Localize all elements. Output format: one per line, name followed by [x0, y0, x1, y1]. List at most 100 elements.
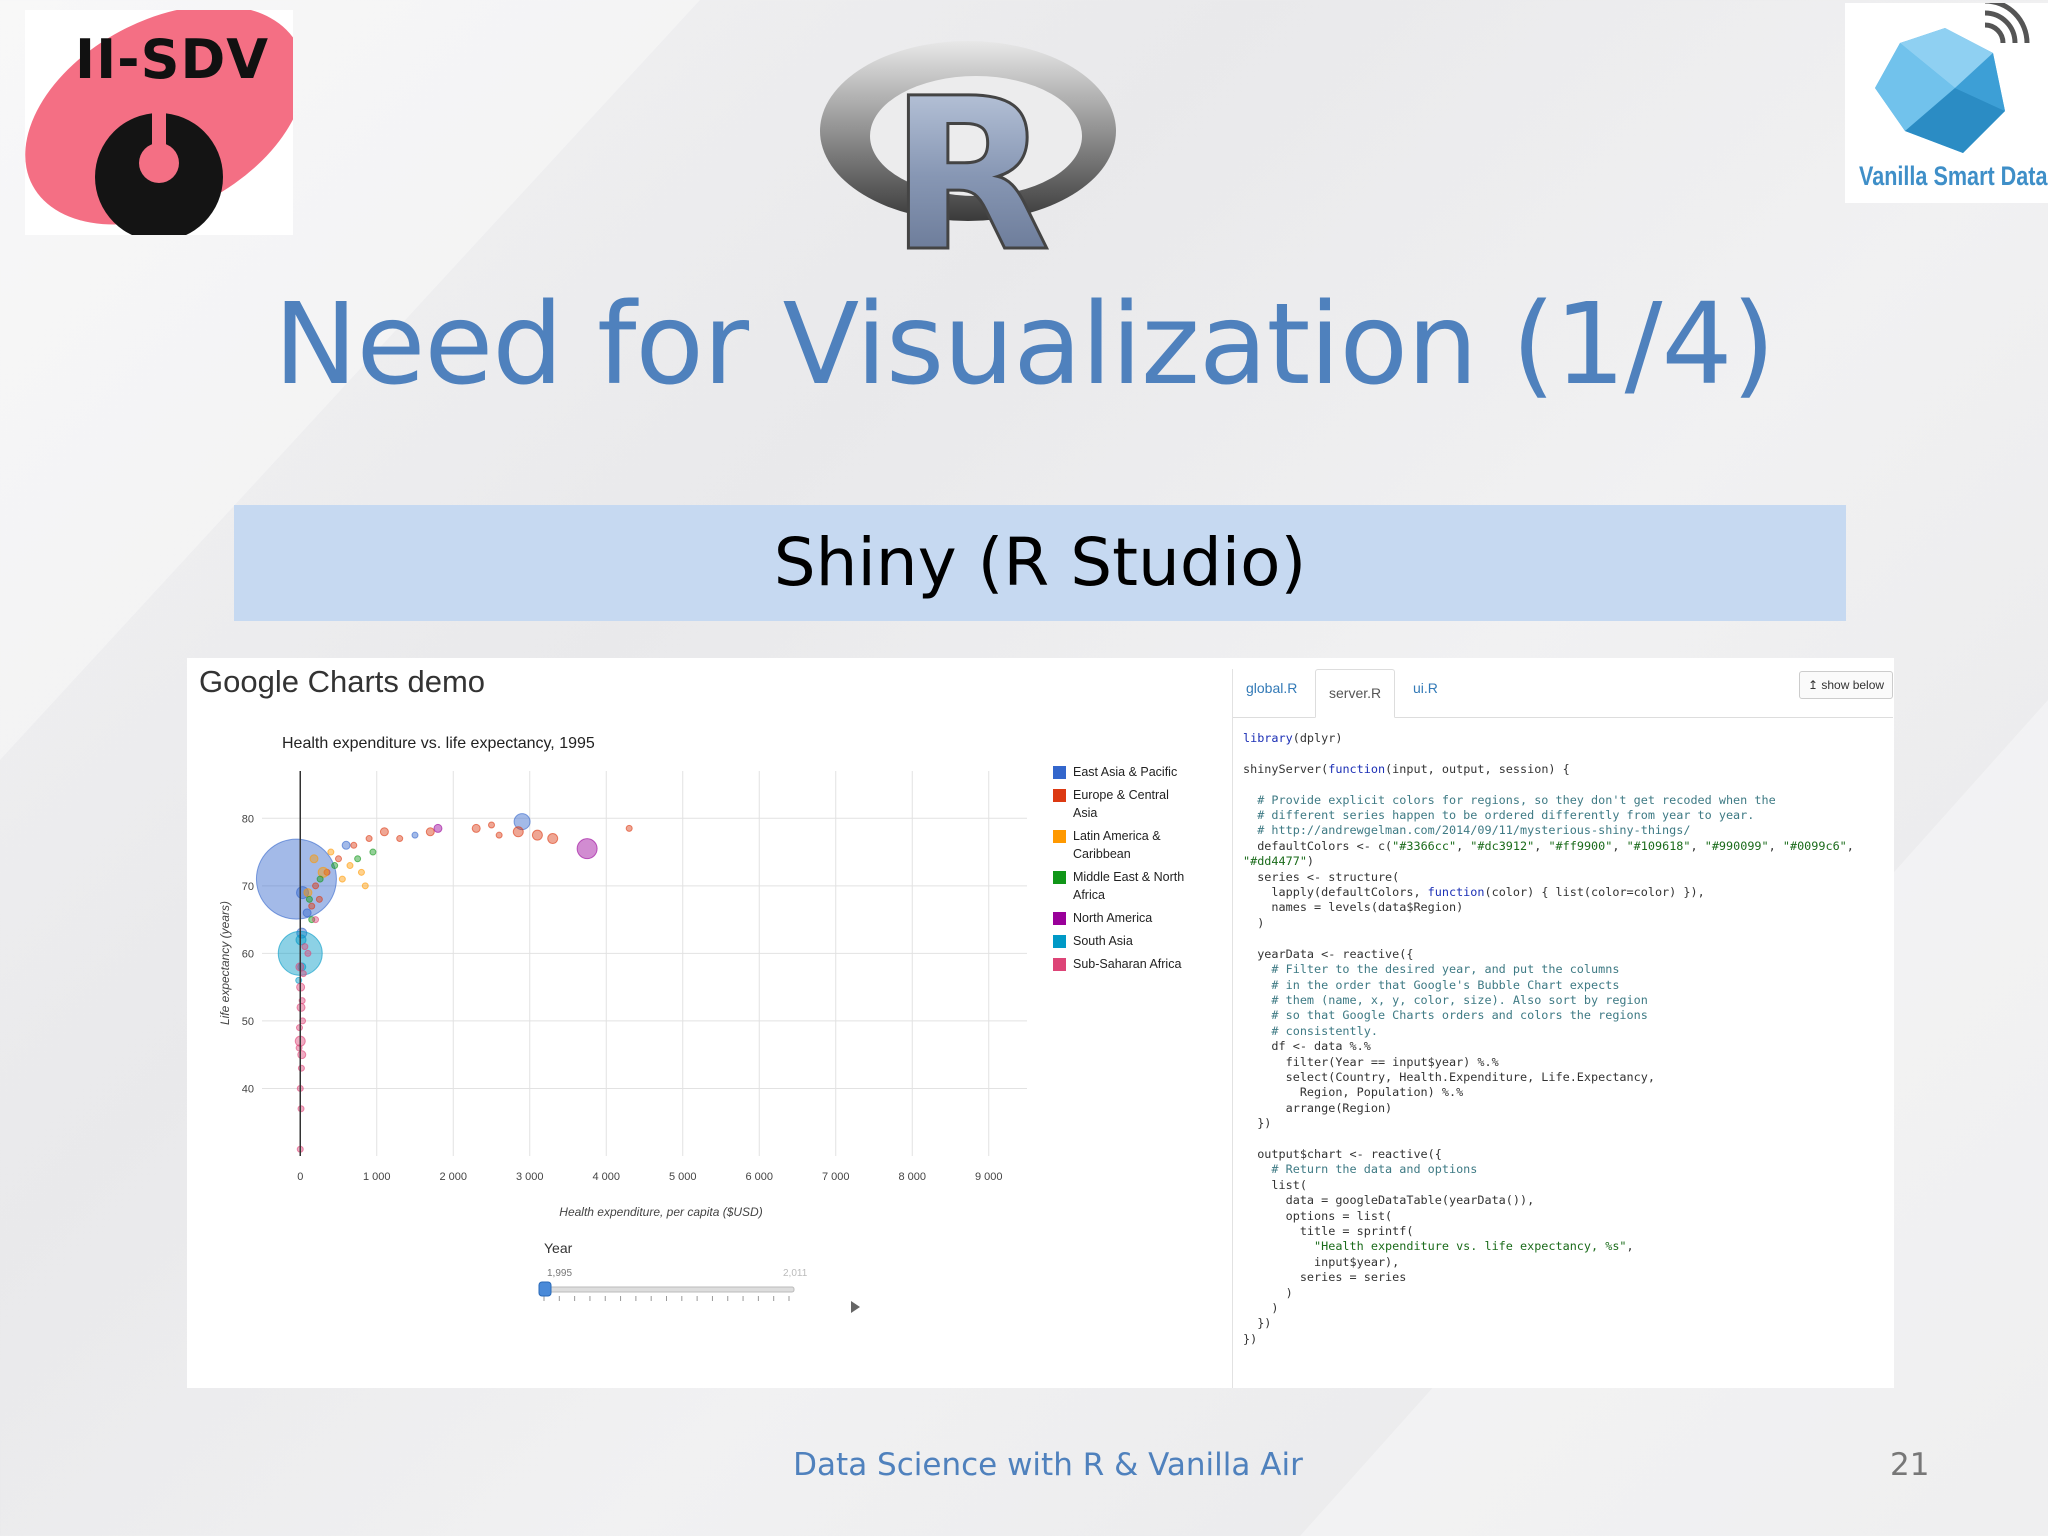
data-point — [297, 1050, 307, 1060]
x-tick-label: 0 — [297, 1171, 303, 1183]
code-line: options = list( — [1243, 1209, 1393, 1223]
legend-label: North America — [1073, 911, 1152, 925]
x-tick-label: 8 000 — [898, 1171, 926, 1183]
code-line: arrange(Region) — [1243, 1101, 1393, 1115]
code-token: (color) { list(color=color) }), — [1484, 885, 1705, 900]
y-tick-label: 80 — [242, 813, 254, 825]
code-token: select(Country, Health.Expenditure, Life… — [1243, 1069, 1655, 1084]
code-token: # in the order that Google's Bubble Char… — [1243, 977, 1620, 992]
code-token: library — [1243, 731, 1293, 745]
code-line: "#dd4477") — [1243, 854, 1314, 868]
code-token: , — [1612, 838, 1627, 853]
chart-legend: East Asia & Pacific Europe & Central Asia L… — [1053, 765, 1184, 971]
code-token: "#0099c6" — [1782, 838, 1847, 853]
code-line: output$chart <- reactive({ — [1243, 1147, 1442, 1161]
x-tick-label: 1 000 — [363, 1171, 391, 1183]
legend-swatch — [1053, 935, 1066, 948]
year-slider-min-label: 1,995 — [547, 1268, 572, 1279]
chart-points — [255, 813, 633, 1153]
data-point — [369, 848, 377, 856]
ii-sdv-logo: II-SDV — [25, 10, 293, 235]
legend-swatch — [1053, 766, 1066, 779]
code-token: , — [1626, 1239, 1634, 1254]
code-token: , — [1768, 838, 1783, 853]
code-token: ) — [1243, 1285, 1293, 1300]
chart-grid — [262, 771, 1027, 1156]
legend-label-line: Latin America & — [1073, 829, 1161, 843]
show-below-button[interactable]: ↥ show below — [1799, 671, 1893, 699]
code-line: defaultColors <- c("#3366cc", "#dc3912",… — [1243, 839, 1854, 853]
footer-text: Data Science with R & Vanilla Air — [793, 1447, 1303, 1483]
data-point — [304, 949, 312, 957]
code-token: "#3366cc" — [1392, 838, 1457, 853]
data-point — [331, 862, 339, 870]
code-token: "Health expenditure vs. life expectancy,… — [1243, 1239, 1627, 1254]
data-point — [302, 908, 312, 918]
code-token: shinyServer( — [1243, 761, 1329, 776]
tab-server-r[interactable]: server.R — [1315, 669, 1396, 718]
legend-label: Latin America & Caribbean — [1073, 829, 1161, 861]
code-token: (input, output, session) { — [1385, 761, 1570, 776]
r-logo-letter: R — [889, 53, 1051, 256]
data-point — [308, 902, 316, 910]
chart-y-axis-label: Life expectancy (years) — [218, 901, 232, 1025]
code-token: title = sprintf( — [1243, 1224, 1414, 1238]
y-tick-label: 60 — [242, 948, 254, 960]
legend-label: Middle East & North Africa — [1073, 870, 1184, 902]
code-line: library(dplyr) — [1243, 731, 1342, 745]
code-token: # Filter to the desired year, and put th… — [1243, 962, 1620, 977]
chart-x-axis-label: Health expenditure, per capita ($USD) — [559, 1205, 762, 1219]
code-line: # in the order that Google's Bubble Char… — [1243, 978, 1619, 992]
data-point — [411, 831, 419, 839]
code-token: df <- data %.% — [1243, 1039, 1371, 1054]
data-point — [296, 1002, 306, 1012]
year-slider-handle[interactable] — [538, 1281, 552, 1297]
data-point — [303, 888, 313, 898]
play-animation-icon[interactable] — [851, 1301, 860, 1313]
tab-global-r[interactable]: global.R — [1246, 680, 1297, 696]
year-slider-ticks — [543, 1296, 790, 1301]
data-point — [338, 875, 346, 883]
code-line: names = levels(data$Region) — [1243, 900, 1463, 914]
data-point — [297, 1105, 305, 1113]
legend-label: Europe & Central Asia — [1073, 788, 1169, 820]
slide-title: Need for Visualization (1/4) — [273, 280, 1776, 410]
code-line: }) — [1243, 1316, 1271, 1330]
code-token: names = levels(data$Region) — [1243, 900, 1464, 915]
data-point — [488, 821, 495, 829]
data-point — [295, 1024, 303, 1032]
chart-axes: 0 1 000 2 000 3 000 4 000 5 000 6 000 7 000 8 00… — [242, 771, 1003, 1183]
data-point — [305, 895, 313, 903]
legend-label-line: North America — [1073, 911, 1152, 925]
code-token: "#109618" — [1626, 838, 1691, 853]
banner-text: Shiny (R Studio) — [773, 524, 1307, 601]
legend-swatch — [1053, 871, 1066, 884]
year-slider-label: Year — [544, 1240, 573, 1256]
code-line: # http://andrewgelman.com/2014/09/11/mys… — [1243, 823, 1690, 837]
year-slider-track[interactable] — [543, 1286, 795, 1293]
code-line: series = series — [1243, 1270, 1407, 1284]
x-tick-label: 2 000 — [439, 1171, 467, 1183]
data-point — [425, 827, 435, 837]
code-token: "#ff9900" — [1548, 838, 1613, 853]
show-below-arrow-icon: ↥ — [1807, 678, 1818, 692]
code-line: ) — [1243, 916, 1264, 930]
data-point — [379, 827, 389, 837]
slide-number: 21 — [1890, 1447, 1930, 1483]
code-line: "Health expenditure vs. life expectancy,… — [1243, 1239, 1634, 1253]
legend-label-line: Africa — [1073, 888, 1105, 902]
data-point — [255, 838, 337, 920]
code-token: # different series happen to be ordered … — [1243, 808, 1755, 823]
code-line: # them (name, x, y, color, size). Also s… — [1243, 993, 1647, 1007]
tab-ui-r[interactable]: ui.R — [1413, 680, 1438, 696]
code-token: # http://andrewgelman.com/2014/09/11/mys… — [1243, 823, 1691, 838]
code-line: df <- data %.% — [1243, 1039, 1371, 1054]
x-tick-label: 5 000 — [669, 1171, 697, 1183]
code-token: "#990099" — [1704, 838, 1769, 853]
code-token: # consistently. — [1243, 1023, 1378, 1038]
data-point — [365, 835, 373, 843]
code-token: , — [1534, 838, 1549, 853]
data-point — [297, 1064, 305, 1072]
code-token: lapply(defaultColors, — [1243, 885, 1428, 900]
legend-label: South Asia — [1073, 934, 1133, 948]
